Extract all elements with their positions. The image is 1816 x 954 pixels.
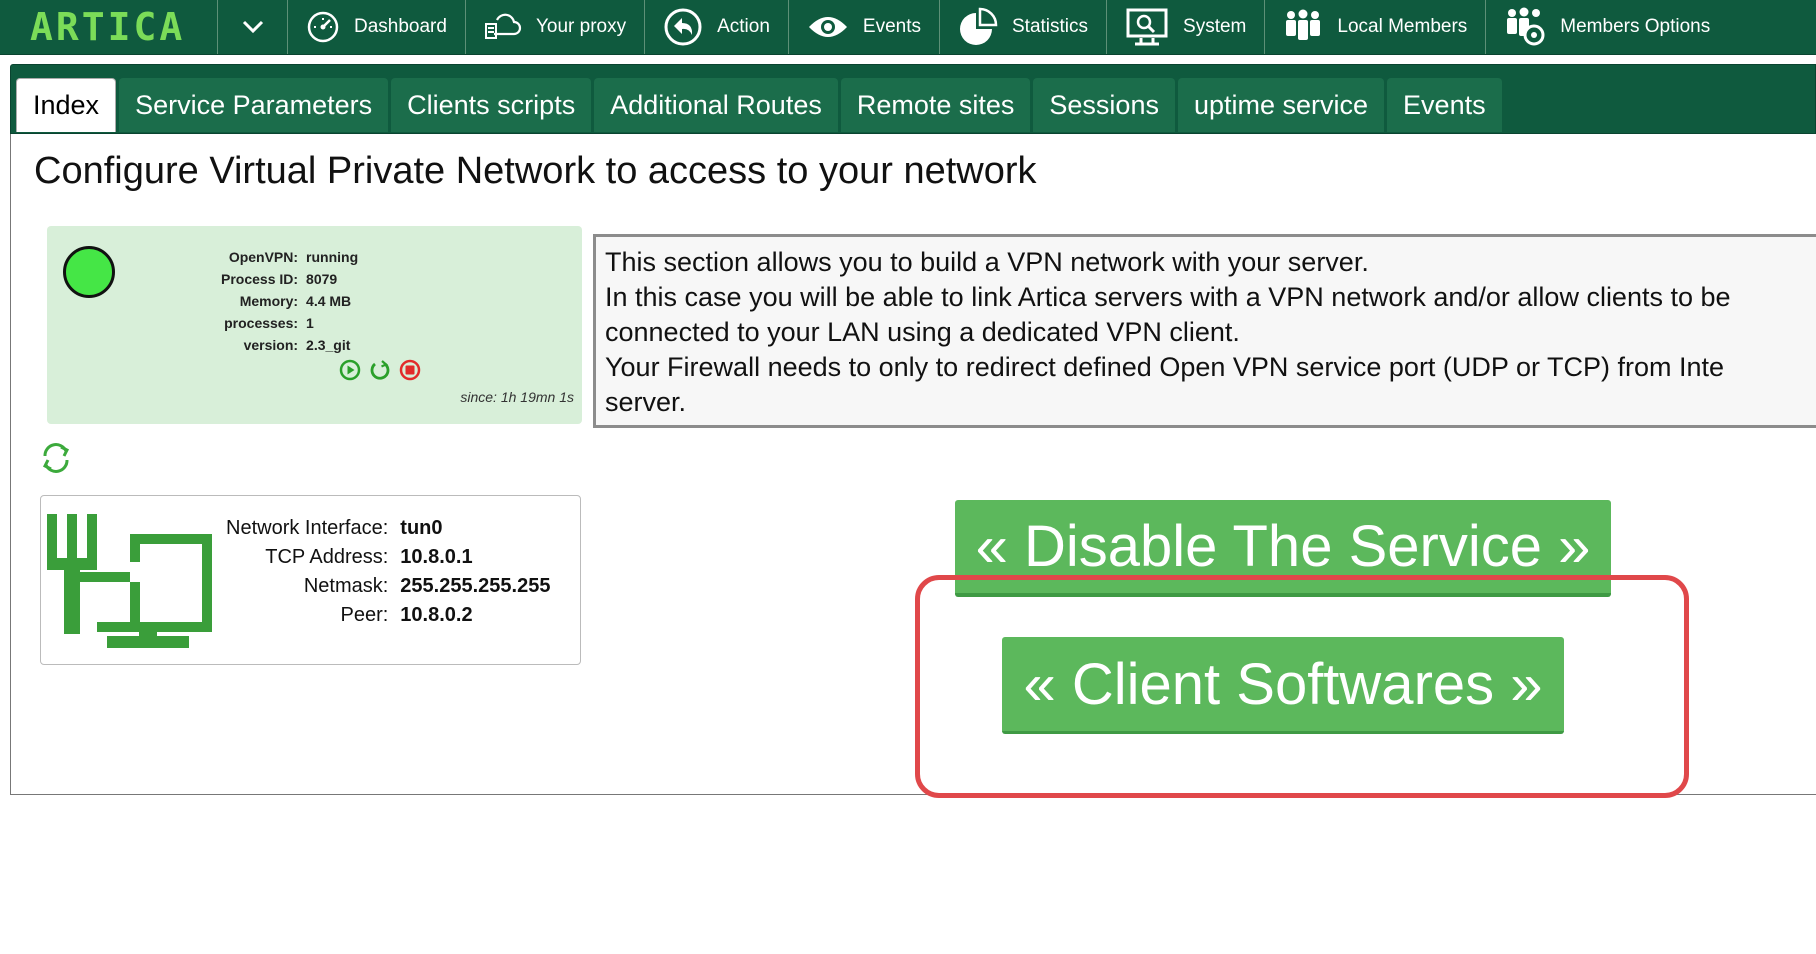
status-key: OpenVPN: bbox=[228, 249, 299, 265]
status-value: running bbox=[306, 249, 359, 265]
interface-key: Netmask: bbox=[303, 575, 389, 597]
tab-index[interactable]: Index bbox=[16, 78, 117, 132]
back-arrow-icon bbox=[663, 7, 703, 47]
nav-system[interactable]: System bbox=[1107, 0, 1266, 54]
interface-row: Network Interface: tun0 bbox=[220, 514, 556, 543]
openvpn-status-panel: OpenVPN: running Process ID: 8079 Memory: 4… bbox=[47, 226, 582, 424]
nav-system-label: System bbox=[1183, 16, 1247, 37]
refresh-icon[interactable] bbox=[38, 440, 74, 476]
status-row: Process ID: 8079 bbox=[217, 268, 362, 290]
tab-service-parameters[interactable]: Service Parameters bbox=[119, 78, 389, 132]
interface-value: 10.8.0.2 bbox=[400, 604, 473, 626]
status-key: Memory: bbox=[239, 293, 299, 309]
nav-statistics-label: Statistics bbox=[1012, 16, 1089, 37]
status-key: Process ID: bbox=[221, 271, 299, 287]
status-row: processes: 1 bbox=[217, 312, 362, 334]
highlight-annotation bbox=[915, 575, 1689, 798]
service-controls bbox=[339, 359, 421, 381]
interface-row: TCP Address: 10.8.0.1 bbox=[220, 543, 556, 572]
uptime-since-text: since: 1h 19mn 1s bbox=[460, 389, 574, 405]
top-navigation-bar: ARTICA Dashboard Your proxy Action Event… bbox=[0, 0, 1816, 55]
tab-bar: Index Service Parameters Clients scripts… bbox=[10, 64, 1816, 134]
status-value: 8079 bbox=[306, 271, 338, 287]
nav-action-label: Action bbox=[717, 16, 770, 37]
tab-uptime-service[interactable]: uptime service bbox=[1177, 78, 1385, 132]
tab-sessions[interactable]: Sessions bbox=[1033, 78, 1175, 132]
interface-key: Network Interface: bbox=[226, 517, 389, 539]
info-line: This section allows you to build a VPN n… bbox=[605, 247, 1369, 277]
chevron-down-icon bbox=[242, 20, 263, 34]
nav-members-options-label: Members Options bbox=[1560, 16, 1711, 37]
stop-icon[interactable] bbox=[399, 359, 421, 381]
restart-icon[interactable] bbox=[369, 359, 391, 381]
nav-statistics[interactable]: Statistics bbox=[940, 0, 1108, 54]
status-indicator-led bbox=[63, 246, 115, 298]
nav-local-members-label: Local Members bbox=[1337, 16, 1468, 37]
status-key: version: bbox=[243, 337, 299, 353]
nav-your-proxy-label: Your proxy bbox=[535, 16, 627, 37]
nav-action[interactable]: Action bbox=[645, 0, 789, 54]
interface-table: Network Interface: tun0 TCP Address: 10.8.… bbox=[220, 514, 556, 630]
nav-local-members[interactable]: Local Members bbox=[1265, 0, 1487, 54]
vpn-info-box: This section allows you to build a VPN n… bbox=[593, 234, 1816, 428]
info-line: connected to your LAN using a dedicated … bbox=[605, 317, 1240, 347]
monitor-search-icon bbox=[1125, 7, 1169, 47]
info-line: server. bbox=[605, 387, 687, 417]
nav-your-proxy[interactable]: Your proxy bbox=[466, 0, 646, 54]
status-row: version: 2.3_git bbox=[217, 334, 362, 356]
pie-chart-icon bbox=[958, 7, 998, 47]
info-line: In this case you will be able to link Ar… bbox=[605, 282, 1731, 312]
tab-remote-sites[interactable]: Remote sites bbox=[840, 78, 1031, 132]
status-table: OpenVPN: running Process ID: 8079 Memory: 4… bbox=[217, 246, 362, 356]
status-value: 2.3_git bbox=[306, 337, 351, 353]
members-icon bbox=[1283, 9, 1323, 45]
menu-toggle-button[interactable] bbox=[218, 0, 288, 54]
status-row: OpenVPN: running bbox=[217, 246, 362, 268]
interface-key: Peer: bbox=[340, 604, 389, 626]
info-line: Your Firewall needs to only to redirect … bbox=[605, 352, 1724, 382]
status-value: 4.4 MB bbox=[306, 293, 352, 309]
members-gear-icon bbox=[1504, 7, 1546, 47]
interface-value: 10.8.0.1 bbox=[400, 546, 473, 568]
page-title: Configure Virtual Private Network to acc… bbox=[34, 150, 1037, 192]
interface-key: TCP Address: bbox=[265, 546, 389, 568]
status-row: Memory: 4.4 MB bbox=[217, 290, 362, 312]
tab-additional-routes[interactable]: Additional Routes bbox=[594, 78, 838, 132]
nav-dashboard-label: Dashboard bbox=[354, 16, 447, 37]
eye-icon bbox=[807, 13, 849, 41]
interface-value: tun0 bbox=[400, 517, 443, 539]
network-plug-icon bbox=[47, 514, 212, 648]
interface-row: Netmask: 255.255.255.255 bbox=[220, 572, 556, 601]
interface-value: 255.255.255.255 bbox=[400, 575, 551, 597]
proxy-cloud-icon bbox=[484, 12, 522, 42]
status-value: 1 bbox=[306, 315, 314, 331]
nav-members-options[interactable]: Members Options bbox=[1486, 0, 1728, 54]
network-interface-panel: Network Interface: tun0 TCP Address: 10.8.… bbox=[40, 495, 581, 665]
dashboard-gauge-icon bbox=[306, 10, 340, 44]
nav-events-label: Events bbox=[862, 16, 921, 37]
tab-events[interactable]: Events bbox=[1387, 78, 1502, 132]
interface-row: Peer: 10.8.0.2 bbox=[220, 601, 556, 630]
status-key: processes: bbox=[224, 315, 299, 331]
nav-dashboard[interactable]: Dashboard bbox=[288, 0, 466, 54]
artica-logo[interactable]: ARTICA bbox=[0, 0, 218, 54]
tab-clients-scripts[interactable]: Clients scripts bbox=[391, 78, 592, 132]
nav-events[interactable]: Events bbox=[789, 0, 940, 54]
play-icon[interactable] bbox=[339, 359, 361, 381]
